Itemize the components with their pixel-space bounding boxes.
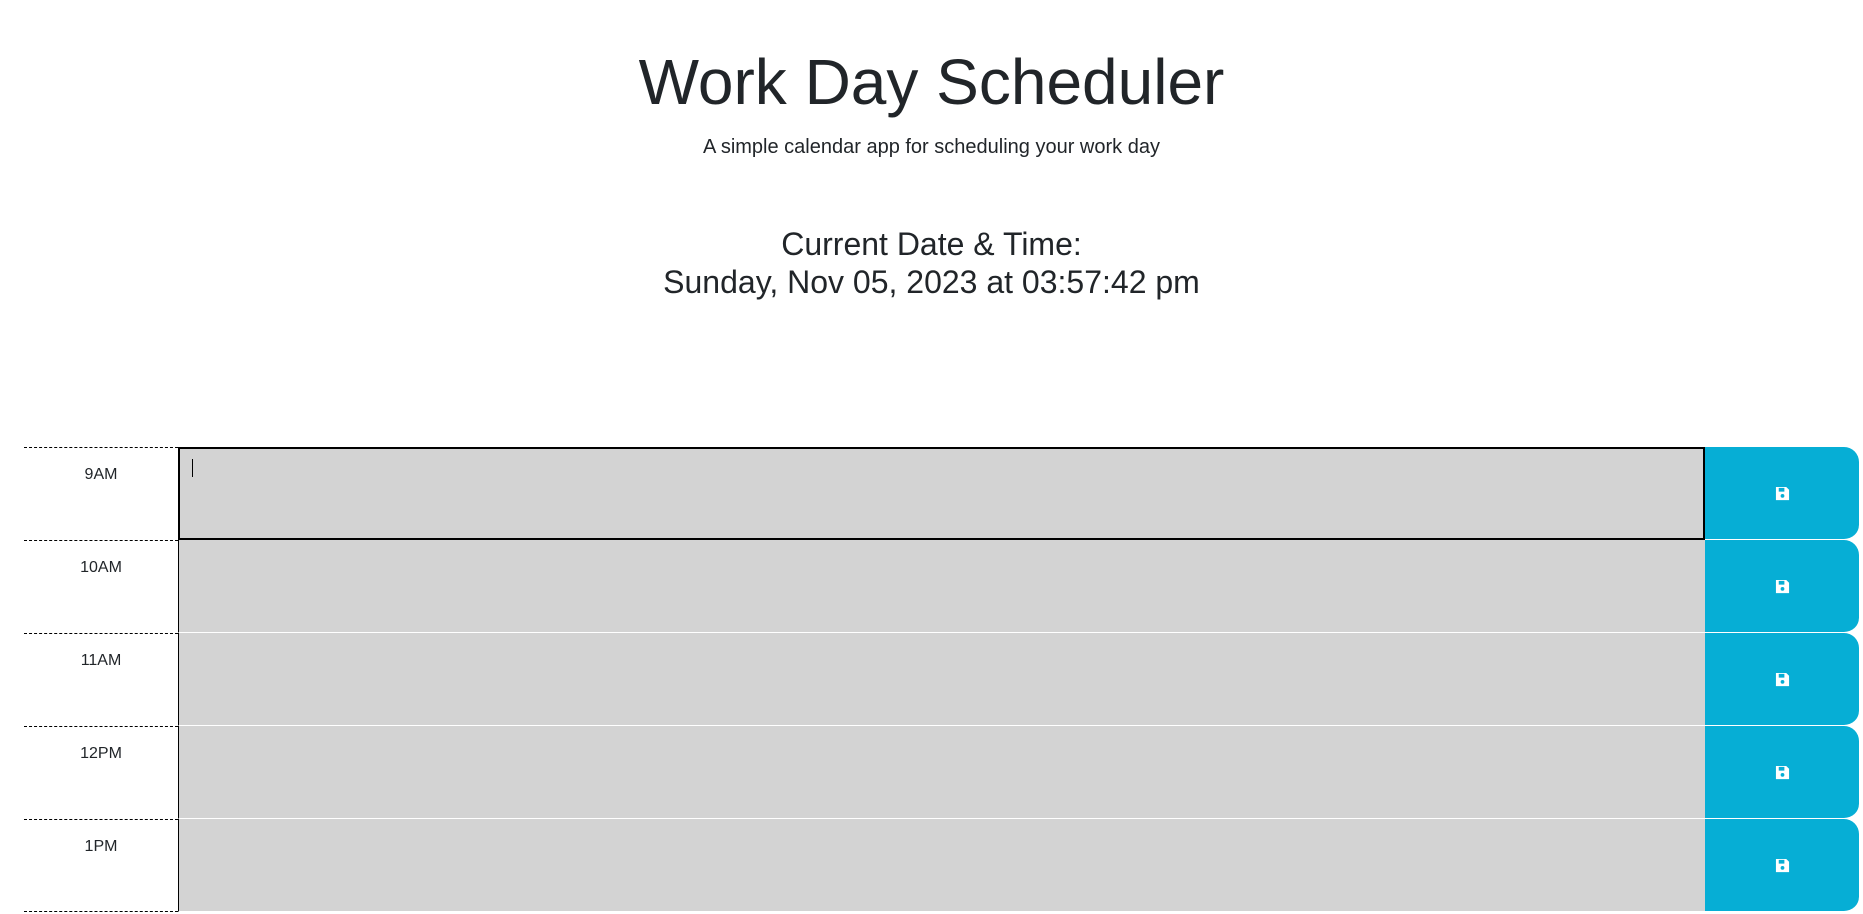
time-block-12pm: 12PM: [24, 726, 1859, 819]
floppy-disk-icon: [1775, 486, 1789, 500]
hour-label: 9AM: [24, 447, 178, 540]
time-block-10am: 10AM: [24, 540, 1859, 633]
event-description-input[interactable]: [178, 540, 1705, 633]
time-block-9am: 9AM: [24, 447, 1859, 540]
floppy-disk-icon: [1775, 858, 1789, 872]
hour-label: 11AM: [24, 633, 178, 726]
event-description-input[interactable]: [178, 447, 1705, 540]
time-block-1pm: 1PM: [24, 819, 1859, 912]
save-button[interactable]: [1705, 633, 1859, 726]
hour-label: 1PM: [24, 819, 178, 912]
page-subtitle: A simple calendar app for scheduling you…: [703, 136, 1160, 158]
save-button[interactable]: [1705, 726, 1859, 819]
save-button[interactable]: [1705, 447, 1859, 540]
event-description-input[interactable]: [178, 819, 1705, 912]
hour-label: 10AM: [24, 540, 178, 633]
hour-label: 12PM: [24, 726, 178, 819]
floppy-disk-icon: [1775, 672, 1789, 686]
text-caret: [192, 459, 193, 477]
scheduler-container: 9AM 10AM 11AM 12PM 1PM: [24, 447, 1859, 912]
event-description-input[interactable]: [178, 726, 1705, 819]
page-title: Work Day Scheduler: [638, 46, 1225, 118]
save-button[interactable]: [1705, 819, 1859, 912]
floppy-disk-icon: [1775, 579, 1789, 593]
current-date-label: Current Date & Time:: [781, 226, 1082, 262]
time-block-11am: 11AM: [24, 633, 1859, 726]
current-date-time: Sunday, Nov 05, 2023 at 03:57:42 pm: [663, 264, 1200, 300]
event-description-input[interactable]: [178, 633, 1705, 726]
floppy-disk-icon: [1775, 765, 1789, 779]
save-button[interactable]: [1705, 540, 1859, 633]
